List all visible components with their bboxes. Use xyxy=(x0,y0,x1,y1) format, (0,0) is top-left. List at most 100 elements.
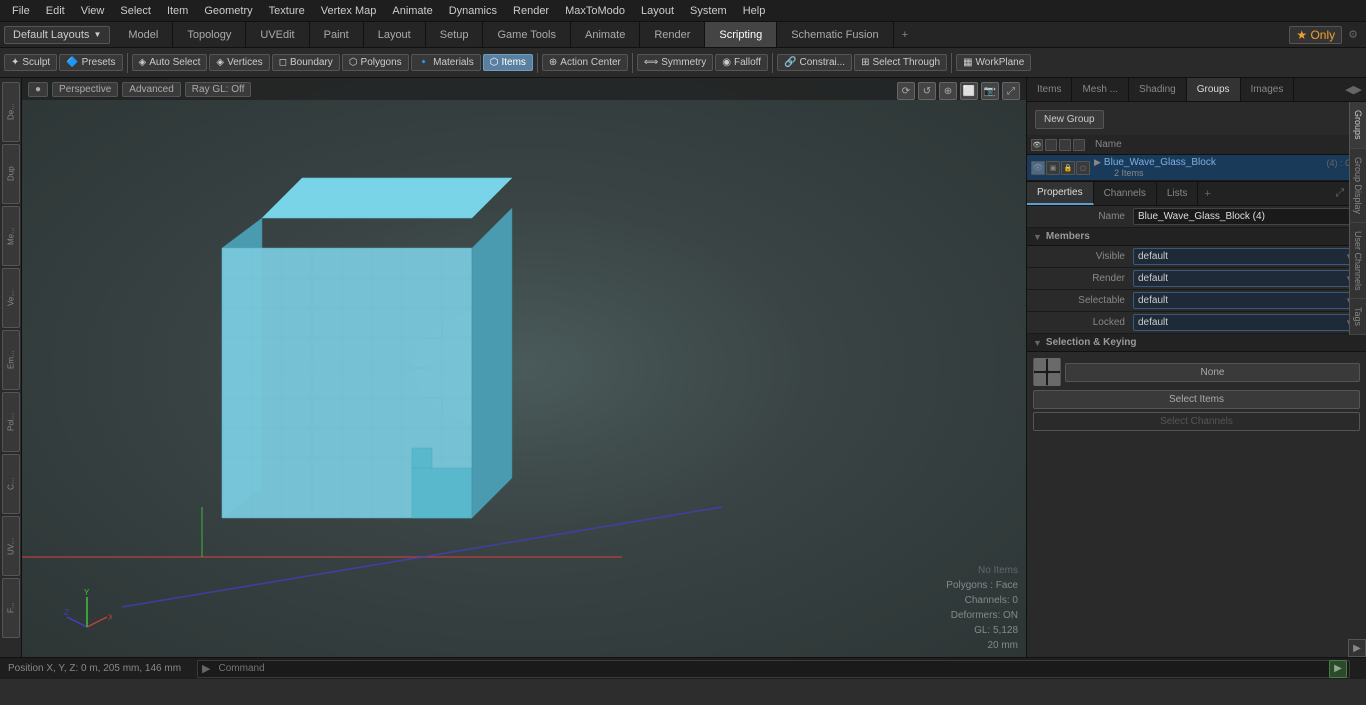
menu-edit[interactable]: Edit xyxy=(38,3,73,19)
rp-tab-items[interactable]: Items xyxy=(1027,78,1072,101)
menu-geometry[interactable]: Geometry xyxy=(196,3,260,19)
render-value[interactable]: default ▼ xyxy=(1133,270,1358,287)
tab-add[interactable]: + xyxy=(894,22,916,47)
menu-dynamics[interactable]: Dynamics xyxy=(441,3,505,19)
viewport-ctrl-reset[interactable]: ↺ xyxy=(918,82,936,100)
render-select[interactable]: default ▼ xyxy=(1133,270,1358,287)
tab-paint[interactable]: Paint xyxy=(310,22,364,47)
viewport-shading-button[interactable]: Advanced xyxy=(122,82,180,97)
left-tab-uv[interactable]: UV... xyxy=(2,516,20,576)
panel-expand-button[interactable]: ▶ xyxy=(1348,639,1366,657)
render-icon[interactable]: ▣ xyxy=(1046,161,1060,175)
viewport-ctrl-expand[interactable]: ⤢ xyxy=(1002,82,1020,100)
materials-button[interactable]: 🔹 Materials xyxy=(411,54,481,71)
command-expand-icon[interactable]: ▶ xyxy=(198,662,214,675)
visible-value[interactable]: default ▼ xyxy=(1133,248,1358,265)
menu-view[interactable]: View xyxy=(73,3,113,19)
group-item-blue-wave[interactable]: 👁 ▣ 🔒 ◻ ▶ Blue_Wave_Glass_Block (4) : Gr… xyxy=(1027,155,1366,181)
tab-setup[interactable]: Setup xyxy=(426,22,484,47)
left-tab-ve[interactable]: Ve... xyxy=(2,268,20,328)
left-tab-dup[interactable]: Dup xyxy=(2,144,20,204)
polygons-button[interactable]: ⬡ Polygons xyxy=(342,54,409,71)
rp-tab-mesh[interactable]: Mesh ... xyxy=(1072,78,1129,101)
vtab-group-display[interactable]: Group Display xyxy=(1349,149,1366,223)
type-icon[interactable]: ◻ xyxy=(1076,161,1090,175)
props-tab-add[interactable]: + xyxy=(1198,188,1216,200)
vertices-button[interactable]: ◈ Vertices xyxy=(209,54,269,71)
workplane-button[interactable]: ▦ WorkPlane xyxy=(956,54,1031,71)
vtab-tags[interactable]: Tags xyxy=(1349,299,1366,335)
selectable-value[interactable]: default ▼ xyxy=(1133,292,1358,309)
tab-uvedit[interactable]: UVEdit xyxy=(246,22,309,47)
lock-icon[interactable]: 🔒 xyxy=(1061,161,1075,175)
viewport[interactable]: ● Perspective Advanced Ray GL: Off ⟳ ↺ ⊕… xyxy=(22,78,1026,657)
visible-select[interactable]: default ▼ xyxy=(1133,248,1358,265)
select-items-button[interactable]: Select Items xyxy=(1033,390,1360,409)
left-tab-me[interactable]: Me... xyxy=(2,206,20,266)
items-button[interactable]: ⬡ Items xyxy=(483,54,533,71)
rp-tab-images[interactable]: Images xyxy=(1241,78,1295,101)
vtab-user-channels[interactable]: User Channels xyxy=(1349,223,1366,300)
menu-file[interactable]: File xyxy=(4,3,38,19)
menu-select[interactable]: Select xyxy=(112,3,159,19)
rp-tab-groups[interactable]: Groups xyxy=(1187,78,1241,101)
tab-scripting[interactable]: Scripting xyxy=(705,22,777,47)
falloff-button[interactable]: ◉ Falloff xyxy=(715,54,768,71)
tab-layout[interactable]: Layout xyxy=(364,22,426,47)
left-tab-c[interactable]: C... xyxy=(2,454,20,514)
left-tab-f[interactable]: F... xyxy=(2,578,20,638)
eye-icon[interactable]: 👁 xyxy=(1031,161,1045,175)
presets-button[interactable]: 🔷 Presets xyxy=(59,54,122,71)
viewport-ctrl-frame[interactable]: ⬜ xyxy=(960,82,978,100)
menu-render[interactable]: Render xyxy=(505,3,557,19)
viewport-ctrl-zoom[interactable]: ⊕ xyxy=(939,82,957,100)
menu-maxtomodo[interactable]: MaxToModo xyxy=(557,3,633,19)
name-input[interactable] xyxy=(1133,208,1358,225)
locked-value[interactable]: default ▼ xyxy=(1133,314,1358,331)
props-maximize-icon[interactable]: ⤢ xyxy=(1331,185,1348,202)
symmetry-button[interactable]: ⟺ Symmetry xyxy=(637,54,713,71)
viewport-raygl-button[interactable]: Ray GL: Off xyxy=(185,82,252,97)
props-tab-properties[interactable]: Properties xyxy=(1027,182,1094,205)
action-center-button[interactable]: ⊕ Action Center xyxy=(542,54,628,71)
boundary-button[interactable]: ◻ Boundary xyxy=(272,54,340,71)
locked-select[interactable]: default ▼ xyxy=(1133,314,1358,331)
menu-item[interactable]: Item xyxy=(159,3,196,19)
command-input[interactable] xyxy=(215,663,1329,674)
none-button[interactable]: None xyxy=(1065,363,1360,382)
command-input-area[interactable]: ▶ ▶ xyxy=(197,660,1350,678)
selectable-select[interactable]: default ▼ xyxy=(1133,292,1358,309)
menu-help[interactable]: Help xyxy=(735,3,774,19)
auto-select-button[interactable]: ◈ Auto Select xyxy=(132,54,208,71)
props-tab-channels[interactable]: Channels xyxy=(1094,182,1157,205)
left-tab-de[interactable]: De... xyxy=(2,82,20,142)
viewport-perspective-button[interactable]: Perspective xyxy=(52,82,118,97)
left-tab-pol[interactable]: Pol... xyxy=(2,392,20,452)
viewport-mode-toggle[interactable]: ● xyxy=(28,82,48,97)
constraints-button[interactable]: 🔗 Constrai... xyxy=(777,54,852,71)
menu-vertex-map[interactable]: Vertex Map xyxy=(313,3,385,19)
tab-game-tools[interactable]: Game Tools xyxy=(483,22,571,47)
tab-render[interactable]: Render xyxy=(640,22,705,47)
menu-animate[interactable]: Animate xyxy=(384,3,440,19)
members-section-header[interactable]: ▼ Members xyxy=(1027,228,1366,246)
left-tab-em[interactable]: Em... xyxy=(2,330,20,390)
command-execute-button[interactable]: ▶ xyxy=(1329,660,1347,678)
rp-collapse-icon[interactable]: ◀▶ xyxy=(1341,81,1366,98)
sculpt-button[interactable]: ✦ Sculpt xyxy=(4,54,57,71)
menu-layout[interactable]: Layout xyxy=(633,3,682,19)
rp-tab-shading[interactable]: Shading xyxy=(1129,78,1187,101)
vtab-groups[interactable]: Groups xyxy=(1349,102,1366,149)
tab-schematic-fusion[interactable]: Schematic Fusion xyxy=(777,22,893,47)
new-group-button[interactable]: New Group xyxy=(1035,110,1104,129)
select-through-button[interactable]: ⊞ Select Through xyxy=(854,54,947,71)
settings-icon[interactable]: ⚙ xyxy=(1348,28,1358,41)
star-only-button[interactable]: ★ Only xyxy=(1289,26,1342,44)
props-tab-lists[interactable]: Lists xyxy=(1157,182,1199,205)
sel-keying-section-header[interactable]: ▼ Selection & Keying xyxy=(1027,334,1366,352)
tab-model[interactable]: Model xyxy=(114,22,173,47)
viewport-ctrl-cam[interactable]: 📷 xyxy=(981,82,999,100)
viewport-ctrl-orbit[interactable]: ⟳ xyxy=(897,82,915,100)
tab-animate[interactable]: Animate xyxy=(571,22,640,47)
menu-texture[interactable]: Texture xyxy=(261,3,313,19)
